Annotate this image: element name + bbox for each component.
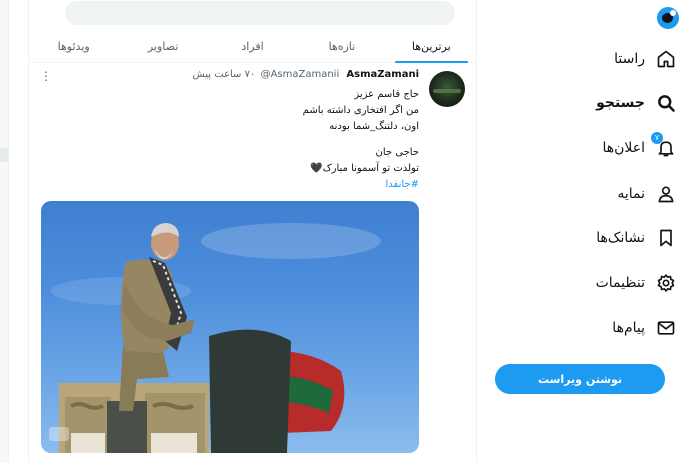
notification-badge: ۷ [651,132,663,144]
sidebar-item-label: جستجو [596,95,645,111]
tab-latest[interactable]: تازه‌ها [297,30,386,62]
more-options-icon[interactable]: ⋮ [40,69,52,83]
tweet-line: اون، دلتنگ_شما بودنه [329,121,419,132]
sidebar-item-label: نشانک‌ها [596,230,645,246]
search-input[interactable] [65,1,455,25]
panel-marker [0,148,8,162]
sidebar-item-label: اعلان‌ها [602,140,645,156]
tweet-hashtag[interactable]: #جانفدا [179,177,419,193]
tweet-author-name[interactable]: AsmaZamani [346,69,419,80]
tweet-line: تولدت تو آسمونا مبارک🖤 [310,163,419,174]
sidebar-item-label: پیام‌ها [612,320,645,336]
tab-videos[interactable]: ویدئوها [29,30,118,62]
tab-top[interactable]: برترین‌ها [387,30,476,63]
avatar[interactable] [429,71,465,107]
tweet-timestamp[interactable]: ۷۰ ساعت پیش [193,69,256,80]
mail-icon [655,317,677,339]
bell-icon: ۷ [651,132,677,159]
home-icon [655,48,677,70]
sidebar-item-messages[interactable]: پیام‌ها [612,314,677,342]
feed-column: برترین‌ها تازه‌ها افراد تصاویر ویدئوها ⋮… [28,0,477,463]
sidebar-item-bookmarks[interactable]: نشانک‌ها [596,224,677,252]
search-icon [655,92,677,114]
search-tabs: برترین‌ها تازه‌ها افراد تصاویر ویدئوها [29,30,476,63]
sidebar-item-label: نمایه [617,186,645,202]
tweet-author-handle[interactable]: @AsmaZamanii [261,69,340,80]
settings-icon [655,272,677,294]
left-edge-panel [0,0,9,463]
sidebar-item-settings[interactable]: تنظیمات [596,269,677,297]
post-button[interactable]: نوشتن ویراست [495,364,665,394]
tweet-line: حاج قاسم عزیز [354,89,419,100]
tab-people[interactable]: افراد [208,30,297,62]
bookmark-icon [655,227,677,249]
sidebar-item-search[interactable]: جستجو [596,89,677,117]
tweet-header: AsmaZamani @AsmaZamanii ۷۰ ساعت پیش [193,69,420,80]
profile-icon [655,183,677,205]
app-logo[interactable] [657,7,679,29]
tweet-line: حاجی جان [375,147,420,158]
tweet-line: من اگر افتخاری داشته باشم [302,105,419,116]
tweet-body: حاج قاسم عزیز من اگر افتخاری داشته باشم … [179,87,419,193]
photo-illustration [49,223,381,453]
sidebar-item-notifications[interactable]: ۷ اعلان‌ها [602,132,677,162]
tweet-line-gap [179,135,419,145]
tweet[interactable]: ⋮ AsmaZamani @AsmaZamanii ۷۰ ساعت پیش حا… [29,63,476,463]
tab-photos[interactable]: تصاویر [118,30,207,62]
tweet-photo[interactable] [41,201,419,453]
sidebar-item-label: تنظیمات [595,275,645,291]
sidebar-nav: راستا جستجو ۷ اعلان‌ها نمایه نشانک‌ها تن… [480,0,691,463]
sidebar-item-home[interactable]: راستا [614,45,677,73]
avatar-detail [433,89,461,93]
sidebar-item-label: راستا [614,51,645,67]
sidebar-item-profile[interactable]: نمایه [617,180,677,208]
